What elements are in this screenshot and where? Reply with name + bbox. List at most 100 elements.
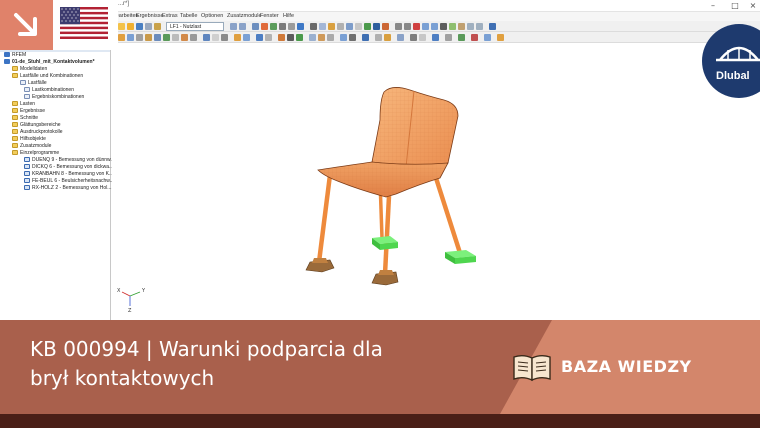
tree-item-lastfaelle[interactable]: Lastfälle bbox=[20, 80, 47, 87]
view-icon[interactable] bbox=[279, 23, 286, 30]
arrow-tile[interactable] bbox=[0, 0, 53, 50]
copy-icon[interactable] bbox=[154, 23, 161, 30]
pan-icon[interactable] bbox=[431, 23, 438, 30]
menu-fenster[interactable]: Fenster bbox=[260, 13, 279, 19]
undo-icon[interactable] bbox=[395, 23, 402, 30]
tree-item-schnitte[interactable]: Schnitte bbox=[12, 115, 38, 122]
mesh-icon[interactable] bbox=[346, 23, 353, 30]
calculate-icon[interactable] bbox=[261, 23, 268, 30]
previous-icon[interactable] bbox=[230, 23, 237, 30]
tree-item-lastfaelle-kombinationen[interactable]: Lastfälle und Kombinationen bbox=[12, 73, 83, 80]
table-icon[interactable] bbox=[256, 34, 263, 41]
menu-zusatzmodule[interactable]: Zusatzmodule bbox=[227, 13, 262, 19]
tree-item-lasten[interactable]: Lasten bbox=[12, 101, 35, 108]
info-icon[interactable] bbox=[489, 23, 496, 30]
iso-view-icon[interactable] bbox=[449, 23, 456, 30]
menu-optionen[interactable]: Optionen bbox=[201, 13, 223, 19]
wireframe-icon[interactable] bbox=[309, 34, 316, 41]
lock-icon[interactable] bbox=[497, 34, 504, 41]
delete-icon[interactable] bbox=[413, 23, 420, 30]
front-view-icon[interactable] bbox=[458, 23, 465, 30]
values-icon[interactable] bbox=[287, 34, 294, 41]
dimension-icon[interactable] bbox=[221, 34, 228, 41]
tree-item-glaettungsbereiche[interactable]: Glättungsbereiche bbox=[12, 122, 61, 129]
tree-item-dickq[interactable]: DICKQ 6 - Bemessung von dickwa... bbox=[24, 164, 113, 171]
hinge-icon[interactable] bbox=[172, 34, 179, 41]
minimize-button[interactable]: – bbox=[702, 0, 724, 12]
load-case-select[interactable]: LF1 - Nutzlast bbox=[166, 22, 224, 31]
display-icon[interactable] bbox=[270, 23, 277, 30]
grid-icon[interactable] bbox=[355, 23, 362, 30]
select-icon[interactable] bbox=[319, 23, 326, 30]
panel-icon[interactable] bbox=[265, 34, 272, 41]
zoom-icon[interactable] bbox=[288, 23, 295, 30]
rotate-icon[interactable] bbox=[422, 23, 429, 30]
save-icon[interactable] bbox=[136, 23, 143, 30]
render-icon[interactable] bbox=[297, 23, 304, 30]
tree-item-modelldaten[interactable]: Modelldaten bbox=[12, 66, 47, 73]
settings-icon[interactable] bbox=[445, 34, 452, 41]
guide-icon[interactable] bbox=[419, 34, 426, 41]
tree-item-ergebnisse[interactable]: Ergebnisse bbox=[12, 108, 45, 115]
camera-icon[interactable] bbox=[349, 34, 356, 41]
surface-icon[interactable] bbox=[136, 34, 143, 41]
deformation-icon[interactable] bbox=[278, 34, 285, 41]
results-icon[interactable] bbox=[252, 23, 259, 30]
tree-item-fe-beul[interactable]: FE-BEUL 6 - Beulsicherheitsnachw... bbox=[24, 178, 114, 185]
lighting-icon[interactable] bbox=[384, 34, 391, 41]
export-icon[interactable] bbox=[432, 34, 439, 41]
tree-item-lastkombinationen[interactable]: Lastkombinationen bbox=[24, 87, 74, 94]
redo-icon[interactable] bbox=[404, 23, 411, 30]
opening-icon[interactable] bbox=[154, 34, 161, 41]
shading-icon[interactable] bbox=[318, 34, 325, 41]
visibility-icon[interactable] bbox=[397, 34, 404, 41]
layers-icon[interactable] bbox=[410, 34, 417, 41]
transparency-icon[interactable] bbox=[327, 34, 334, 41]
knowledge-base-label[interactable]: BAZA WIEDZY bbox=[561, 357, 692, 376]
tree-item-zusatzmodule[interactable]: Zusatzmodule bbox=[12, 143, 51, 150]
menu-ergebnisse[interactable]: Ergebnisse bbox=[136, 13, 164, 19]
line-icon[interactable] bbox=[127, 34, 134, 41]
contact-icon[interactable] bbox=[296, 34, 303, 41]
us-flag-icon[interactable] bbox=[60, 7, 108, 39]
mirror-icon[interactable] bbox=[243, 34, 250, 41]
tree-item-model-file[interactable]: 01-de_Stuhl_mit_Kontaktvolumen* bbox=[4, 59, 95, 66]
filter-icon[interactable] bbox=[310, 23, 317, 30]
menu-tabelle[interactable]: Tabelle bbox=[180, 13, 197, 19]
new-file-icon[interactable] bbox=[118, 23, 125, 30]
top-view-icon[interactable] bbox=[476, 23, 483, 30]
cross-section-icon[interactable] bbox=[190, 34, 197, 41]
tree-item-rx-holz[interactable]: RX-HOLZ 2 - Bemessung von Hol... bbox=[24, 185, 111, 192]
coordinate-icon[interactable] bbox=[203, 34, 210, 41]
tree-item-einzelprogramme[interactable]: Einzelprogramme bbox=[12, 150, 59, 157]
measure-icon[interactable] bbox=[337, 23, 344, 30]
tree-item-ergebniskombinationen[interactable]: Ergebniskombinationen bbox=[24, 94, 84, 101]
member-icon[interactable] bbox=[373, 23, 380, 30]
tree-item-rfem[interactable]: RFEM bbox=[4, 52, 26, 59]
stop-icon[interactable] bbox=[471, 34, 478, 41]
snap-icon[interactable] bbox=[212, 34, 219, 41]
side-view-icon[interactable] bbox=[467, 23, 474, 30]
check-icon[interactable] bbox=[458, 34, 465, 41]
model-viewport[interactable]: X Y Z bbox=[112, 44, 760, 320]
open-folder-icon[interactable] bbox=[127, 23, 134, 30]
tree-item-hilfsobjekte[interactable]: Hilfsobjekte bbox=[12, 136, 46, 143]
globe-icon[interactable] bbox=[362, 34, 369, 41]
support-icon[interactable] bbox=[364, 23, 371, 30]
perspective-icon[interactable] bbox=[440, 23, 447, 30]
section-icon[interactable] bbox=[328, 23, 335, 30]
tree-item-kranbahn[interactable]: KRANBAHN 8 - Bemessung von K... bbox=[24, 171, 113, 178]
animation-icon[interactable] bbox=[340, 34, 347, 41]
tree-item-ausdruckprotokolle[interactable]: Ausdruckprotokolle bbox=[12, 129, 63, 136]
menu-extras[interactable]: Extras bbox=[162, 13, 178, 19]
line-support-icon[interactable] bbox=[163, 34, 170, 41]
close-button[interactable]: × bbox=[742, 0, 760, 12]
move-icon[interactable] bbox=[234, 34, 241, 41]
print-icon[interactable] bbox=[145, 23, 152, 30]
load-icon[interactable] bbox=[382, 23, 389, 30]
help-icon[interactable] bbox=[484, 34, 491, 41]
clipping-icon[interactable] bbox=[375, 34, 382, 41]
tree-item-duenq[interactable]: DUENQ 9 - Bemessung von dünnw... bbox=[24, 157, 115, 164]
menu-hilfe[interactable]: Hilfe bbox=[283, 13, 294, 19]
next-icon[interactable] bbox=[239, 23, 246, 30]
